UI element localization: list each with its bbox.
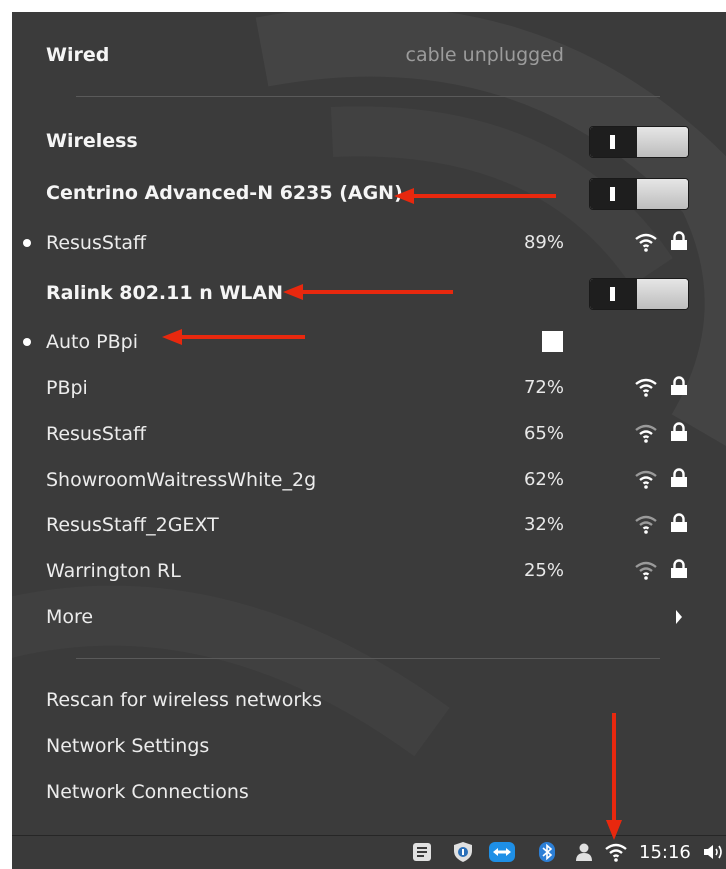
wireless-label: Wireless [46, 130, 138, 152]
network-item[interactable]: ResusStaff 89% [12, 221, 726, 265]
network-item[interactable]: PBpi 72% [12, 366, 726, 410]
lock-icon [671, 231, 687, 250]
notes-icon[interactable] [411, 841, 433, 863]
taskbar: 15:16 [12, 835, 726, 869]
rescan-label: Rescan for wireless networks [46, 689, 323, 711]
lock-icon [671, 376, 687, 395]
chevron-right-icon [676, 610, 682, 624]
separator [76, 658, 660, 659]
network-name: PBpi [46, 377, 88, 399]
network-connections-menu-item[interactable]: Network Connections [12, 770, 726, 814]
adapter-label-centrino: Centrino Advanced-N 6235 (AGN) [46, 182, 403, 204]
network-menu: Wired cable unplugged Wireless Centrino … [12, 12, 726, 835]
connected-indicator [23, 239, 31, 247]
wired-row: Wired cable unplugged [12, 33, 726, 77]
network-checkbox[interactable] [542, 331, 563, 352]
wired-status: cable unplugged [405, 44, 565, 66]
volume-icon[interactable] [702, 841, 724, 863]
wifi-signal-icon [635, 515, 657, 534]
separator [76, 96, 660, 97]
wifi-signal-icon [635, 378, 657, 397]
wifi-signal-icon [635, 424, 657, 443]
shield-icon[interactable] [452, 841, 474, 863]
network-item[interactable]: ShowroomWaitressWhite_2g 62% [12, 458, 726, 502]
network-settings-menu-item[interactable]: Network Settings [12, 724, 726, 768]
lock-icon [671, 468, 687, 487]
network-signal: 25% [523, 560, 564, 581]
network-name: ResusStaff [46, 423, 147, 445]
network-item-connected[interactable]: Auto PBpi [12, 320, 726, 364]
teamviewer-icon[interactable] [488, 841, 516, 863]
wifi-signal-icon [635, 233, 657, 252]
network-connections-label: Network Connections [46, 781, 249, 803]
adapter-toggle-ralink[interactable] [589, 278, 689, 310]
lock-icon [671, 422, 687, 441]
adapter-row-centrino: Centrino Advanced-N 6235 (AGN) [12, 171, 726, 215]
network-item[interactable]: ResusStaff 65% [12, 412, 726, 456]
network-signal: 89% [523, 232, 564, 253]
clock[interactable]: 15:16 [639, 836, 691, 869]
network-signal: 62% [523, 469, 564, 490]
network-item[interactable]: ResusStaff_2GEXT 32% [12, 503, 726, 547]
wireless-row: Wireless [12, 119, 726, 163]
network-name: Auto PBpi [46, 331, 138, 353]
network-item[interactable]: Warrington RL 25% [12, 549, 726, 593]
network-name: ResusStaff [46, 232, 147, 254]
connected-indicator [23, 338, 31, 346]
bluetooth-icon[interactable] [536, 841, 558, 863]
wifi-signal-icon [635, 561, 657, 580]
adapter-row-ralink: Ralink 802.11 n WLAN [12, 271, 726, 315]
more-label: More [46, 606, 94, 628]
wireless-toggle[interactable] [589, 126, 689, 158]
wifi-signal-icon [635, 470, 657, 489]
network-signal: 65% [523, 423, 564, 444]
network-name: ShowroomWaitressWhite_2g [46, 469, 317, 491]
network-settings-label: Network Settings [46, 735, 210, 757]
adapter-toggle-centrino[interactable] [589, 178, 689, 210]
network-name: Warrington RL [46, 560, 181, 582]
network-signal: 72% [523, 377, 564, 398]
more-submenu[interactable]: More [12, 595, 726, 639]
lock-icon [671, 513, 687, 532]
wired-label: Wired [46, 44, 110, 66]
network-signal: 32% [523, 514, 564, 535]
lock-icon [671, 559, 687, 578]
rescan-menu-item[interactable]: Rescan for wireless networks [12, 678, 726, 722]
wifi-icon[interactable] [605, 841, 627, 863]
network-name: ResusStaff_2GEXT [46, 514, 219, 536]
adapter-label-ralink: Ralink 802.11 n WLAN [46, 282, 283, 304]
user-icon[interactable] [573, 841, 595, 863]
